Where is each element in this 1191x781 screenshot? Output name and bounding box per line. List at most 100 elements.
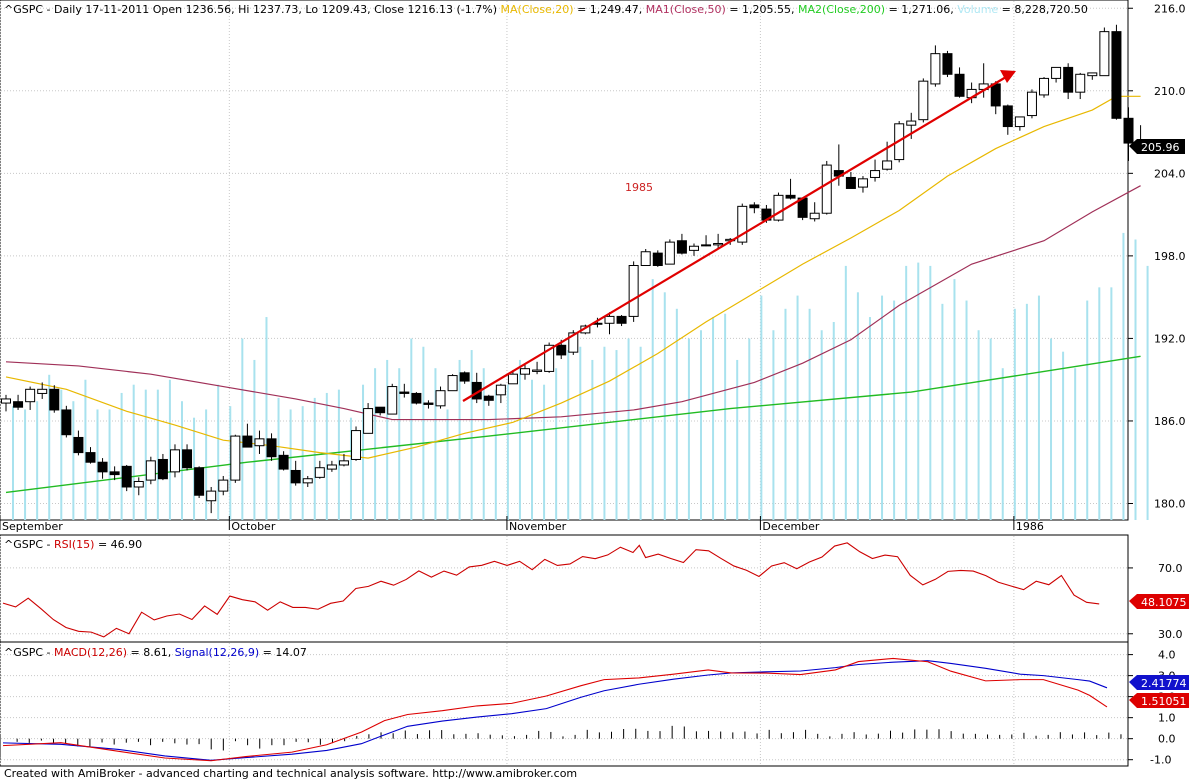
volume-bar bbox=[868, 317, 871, 520]
date-tick-label: 1986 bbox=[1016, 520, 1044, 533]
chart-canvas: 1985 ^GSPC - Daily 17-11-2011 Open 1236.… bbox=[0, 0, 1189, 780]
volume-bar bbox=[591, 359, 594, 520]
candle-body bbox=[1026, 91, 1037, 117]
volume-bar bbox=[881, 295, 884, 520]
macd-label: MACD(12,26) bbox=[54, 646, 127, 659]
candle-body bbox=[133, 480, 144, 488]
ma50-label: MA1(Close,50) bbox=[646, 3, 726, 16]
volume-bar bbox=[24, 409, 27, 520]
candle-body bbox=[520, 368, 531, 375]
volume-bar bbox=[518, 359, 521, 520]
candle-body bbox=[640, 251, 651, 267]
date-tick-label: November bbox=[509, 520, 567, 533]
candle-body bbox=[423, 402, 434, 405]
candle-body bbox=[845, 176, 856, 189]
volume-bar bbox=[736, 359, 739, 520]
rsi-header-sep: - bbox=[43, 538, 54, 551]
ma20-value: = 1,249.47, bbox=[574, 3, 646, 16]
price-tick-label: 198.0 bbox=[1154, 250, 1186, 263]
footer-credit: Created with AmiBroker - advanced charti… bbox=[4, 767, 577, 780]
price-tick-label: 192.0 bbox=[1154, 332, 1186, 345]
volume-bar bbox=[241, 338, 244, 520]
volume-bar bbox=[820, 330, 823, 520]
candle-body bbox=[435, 390, 446, 407]
candle-body bbox=[290, 469, 301, 484]
ma50-value: = 1,205.55, bbox=[726, 3, 798, 16]
candle-body bbox=[206, 490, 217, 502]
volume-bar bbox=[893, 300, 896, 520]
candle-body bbox=[1123, 117, 1134, 144]
candle-body bbox=[773, 194, 784, 221]
volume-bar bbox=[844, 265, 847, 520]
volume-bar bbox=[422, 346, 425, 520]
candle-body bbox=[942, 53, 953, 75]
volume-bar bbox=[965, 300, 968, 520]
volume-bar bbox=[856, 292, 859, 520]
candle-body bbox=[351, 430, 362, 460]
candle-body bbox=[1051, 66, 1062, 79]
volume-bar bbox=[1001, 368, 1004, 520]
signal-last-value: 1.51051 bbox=[1141, 695, 1187, 708]
candle-body bbox=[918, 80, 929, 121]
signal-last-tag: 1.51051 bbox=[1129, 693, 1189, 708]
candle-body bbox=[459, 372, 470, 382]
candle-body bbox=[182, 449, 193, 469]
volume-bar bbox=[1122, 232, 1125, 520]
candle-body bbox=[338, 460, 349, 466]
volume-bar bbox=[84, 379, 87, 520]
volume-bar bbox=[36, 401, 39, 520]
rsi-pane: ^GSPC - RSI(15) = 46.90 bbox=[0, 534, 1129, 643]
candle-body bbox=[604, 315, 615, 324]
candle-body bbox=[218, 479, 229, 492]
price-header-symbol: ^GSPC bbox=[4, 3, 43, 16]
candle-body bbox=[194, 467, 205, 496]
candle-body bbox=[906, 120, 917, 126]
macd-tick-label: 4.0 bbox=[1158, 649, 1176, 662]
volume-bar bbox=[615, 350, 618, 520]
volume-bar bbox=[953, 279, 956, 520]
volume-bar bbox=[446, 409, 449, 520]
price-tick-label: 180.0 bbox=[1154, 497, 1186, 510]
volume-bar bbox=[627, 338, 630, 520]
volume-bar bbox=[144, 389, 147, 520]
volume-value: = 8,228,720.50 bbox=[998, 3, 1088, 16]
candle-body bbox=[1039, 77, 1050, 96]
rsi-header: ^GSPC - RSI(15) = 46.90 bbox=[4, 538, 142, 551]
candle-body bbox=[495, 384, 506, 396]
candle-body bbox=[701, 244, 712, 247]
volume-bar bbox=[772, 330, 775, 520]
last-price-tag: 205.96 bbox=[1129, 139, 1185, 154]
volume-bar bbox=[579, 346, 582, 520]
candle-body bbox=[326, 464, 337, 470]
candle-body bbox=[821, 164, 832, 214]
macd-tick-label: 1.0 bbox=[1158, 712, 1176, 725]
candle-body bbox=[1087, 72, 1098, 77]
volume-bar bbox=[531, 379, 534, 520]
volume-bar bbox=[760, 295, 763, 520]
volume-bar bbox=[929, 265, 932, 520]
rsi-last-value: 48.1075 bbox=[1141, 596, 1187, 609]
candle-body bbox=[1075, 73, 1086, 93]
volume-bar bbox=[289, 409, 292, 520]
volume-bar bbox=[699, 330, 702, 520]
volume-bar bbox=[494, 389, 497, 520]
candle-body bbox=[278, 454, 289, 470]
candle-body bbox=[399, 391, 410, 394]
candle-body bbox=[652, 252, 663, 267]
candle-body bbox=[25, 388, 36, 403]
rsi-header-symbol: ^GSPC bbox=[4, 538, 43, 551]
candle-body bbox=[809, 212, 820, 220]
price-header: ^GSPC - Daily 17-11-2011 Open 1236.56, H… bbox=[4, 3, 1088, 16]
volume-bar bbox=[687, 338, 690, 520]
candle-body bbox=[242, 435, 253, 448]
candle-body bbox=[13, 401, 24, 408]
macd-header-sep: - bbox=[43, 646, 54, 659]
candle-body bbox=[49, 388, 60, 411]
price-tick-label: 210.0 bbox=[1154, 85, 1186, 98]
volume-bar bbox=[808, 308, 811, 520]
candle-body bbox=[882, 160, 893, 170]
last-price-value: 205.96 bbox=[1141, 141, 1180, 154]
macd-value: = 8.61, bbox=[127, 646, 175, 659]
candle-body bbox=[314, 467, 325, 478]
candle-body bbox=[954, 73, 965, 97]
